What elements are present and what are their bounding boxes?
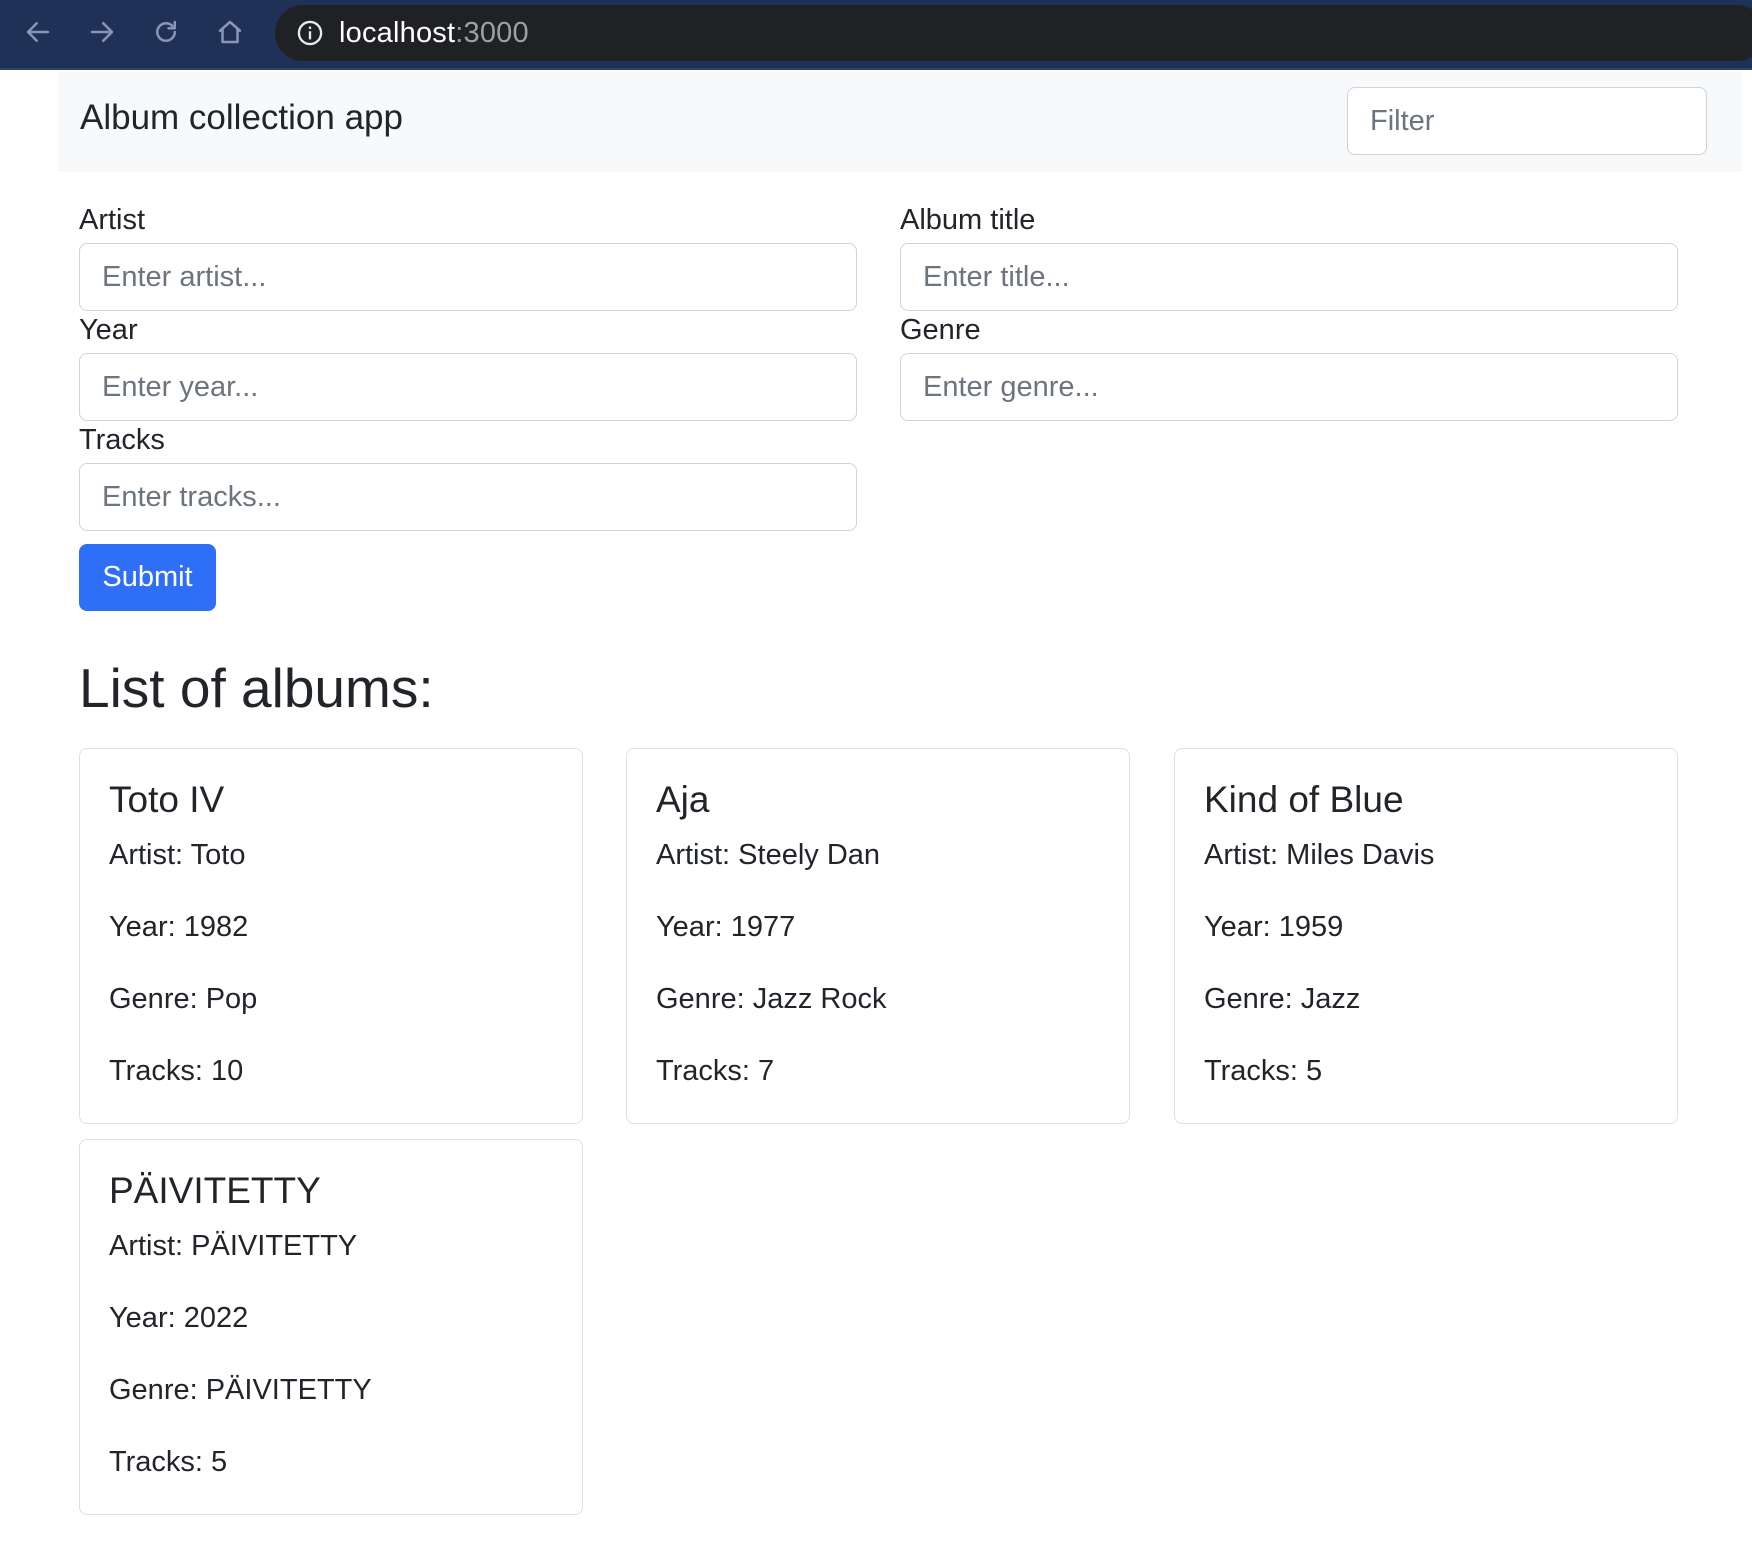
app-brand[interactable]: Album collection app	[80, 98, 403, 138]
tracks-label: Tracks	[79, 424, 165, 456]
album-card: Kind of Blue Artist: Miles Davis Year: 1…	[1174, 748, 1678, 1124]
album-card-genre: Genre: Jazz	[1204, 983, 1361, 1015]
tracks-input[interactable]	[79, 463, 857, 531]
url-port: :3000	[455, 16, 529, 49]
genre-input[interactable]	[900, 353, 1678, 421]
url-text: localhost:3000	[339, 17, 529, 50]
home-icon	[218, 20, 242, 44]
album-card-genre: Genre: Pop	[109, 983, 258, 1015]
album-card-tracks: Tracks: 10	[109, 1055, 244, 1087]
album-card-genre: Genre: Jazz Rock	[656, 983, 887, 1015]
filter-input[interactable]	[1347, 87, 1707, 155]
album-card-title: Toto IV	[109, 779, 225, 820]
app-navbar: Album collection app	[58, 72, 1742, 172]
album-card-genre: Genre: PÄIVITETTY	[109, 1374, 372, 1406]
albums-list-heading: List of albums:	[79, 657, 434, 719]
reload-icon	[156, 20, 176, 42]
album-card-title: Kind of Blue	[1204, 779, 1404, 820]
album-card-title: Aja	[656, 779, 710, 820]
submit-button[interactable]: Submit	[79, 544, 216, 611]
album-card-year: Year: 1977	[656, 911, 796, 943]
album-title-label: Album title	[900, 204, 1036, 236]
url-host: localhost	[339, 16, 456, 49]
album-card: Toto IV Artist: Toto Year: 1982 Genre: P…	[79, 748, 583, 1124]
album-card-artist: Artist: Miles Davis	[1204, 839, 1435, 871]
album-card-artist: Artist: Toto	[109, 839, 246, 871]
album-card: PÄIVITETTY Artist: PÄIVITETTY Year: 2022…	[79, 1139, 583, 1515]
info-icon[interactable]	[295, 18, 325, 48]
genre-label: Genre	[900, 314, 981, 346]
album-card-artist: Artist: PÄIVITETTY	[109, 1230, 358, 1262]
reload-button[interactable]	[146, 12, 186, 52]
album-title-input[interactable]	[900, 243, 1678, 311]
back-arrow-icon	[26, 22, 50, 42]
album-card-year: Year: 1982	[109, 911, 249, 943]
album-card: Aja Artist: Steely Dan Year: 1977 Genre:…	[626, 748, 1130, 1124]
forward-button[interactable]	[82, 12, 122, 52]
home-button[interactable]	[210, 12, 250, 52]
album-card-year: Year: 2022	[109, 1302, 249, 1334]
album-card-tracks: Tracks: 5	[109, 1446, 228, 1478]
album-card-title: PÄIVITETTY	[109, 1170, 321, 1211]
forward-arrow-icon	[90, 22, 114, 42]
artist-input[interactable]	[79, 243, 857, 311]
back-button[interactable]	[18, 12, 58, 52]
artist-label: Artist	[79, 204, 146, 236]
album-card-artist: Artist: Steely Dan	[656, 839, 881, 871]
album-card-tracks: Tracks: 5	[1204, 1055, 1323, 1087]
address-bar[interactable]: localhost:3000	[275, 5, 1752, 61]
album-card-year: Year: 1959	[1204, 911, 1344, 943]
browser-toolbar: localhost:3000	[0, 0, 1752, 70]
year-input[interactable]	[79, 353, 857, 421]
year-label: Year	[79, 314, 138, 346]
album-card-tracks: Tracks: 7	[656, 1055, 775, 1087]
